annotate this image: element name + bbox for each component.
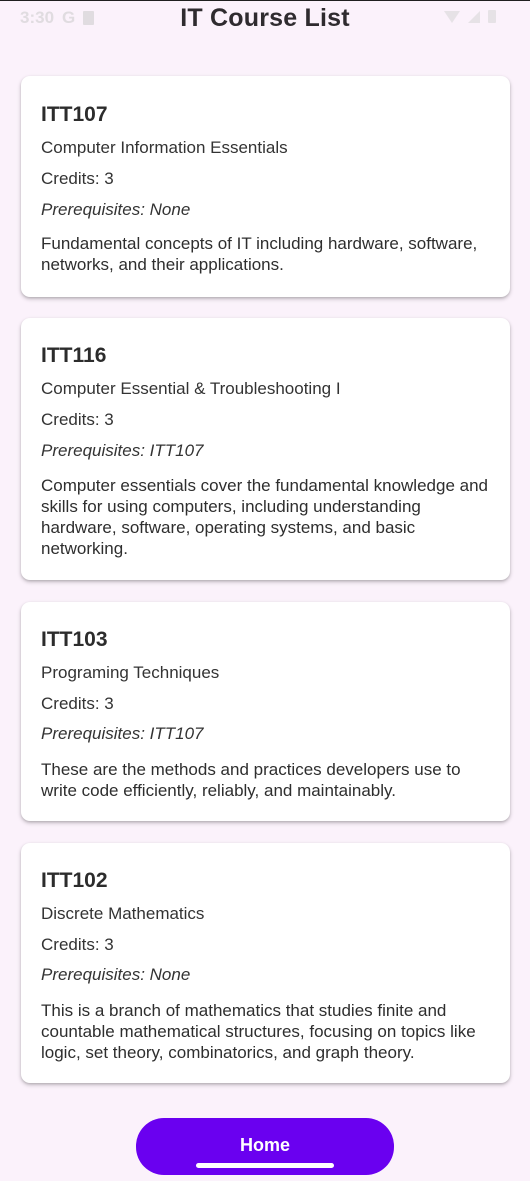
course-card[interactable]: ITT103 Programing Techniques Credits: 3 …: [21, 602, 510, 821]
course-description: Computer essentials cover the fundamenta…: [41, 476, 488, 558]
course-description: These are the methods and practices deve…: [41, 760, 461, 800]
course-credits: Credits: 3: [41, 410, 114, 429]
course-prerequisites: Prerequisites: None: [41, 965, 191, 984]
course-code: ITT116: [41, 344, 107, 367]
course-name: Discrete Mathematics: [41, 904, 205, 923]
course-name: Computer Essential & Troubleshooting I: [41, 379, 341, 398]
course-name: Computer Information Essentials: [41, 138, 288, 157]
page-title: IT Course List: [180, 4, 350, 32]
app-screen: 3:30 G IT Course List ITT107 Computer In…: [0, 0, 530, 1181]
course-description: This is a branch of mathematics that stu…: [41, 1001, 476, 1062]
course-card[interactable]: ITT102 Discrete Mathematics Credits: 3 P…: [21, 843, 510, 1083]
course-credits: Credits: 3: [41, 935, 114, 954]
course-card[interactable]: ITT107 Computer Information Essentials C…: [21, 76, 510, 297]
course-prerequisites: Prerequisites: ITT107: [41, 441, 204, 460]
course-code: ITT102: [41, 869, 108, 892]
course-prerequisites: Prerequisites: ITT107: [41, 724, 204, 743]
course-card[interactable]: ITT116 Computer Essential & Troubleshoot…: [21, 318, 510, 580]
course-code: ITT103: [41, 628, 108, 651]
course-description: Fundamental concepts of IT including har…: [41, 234, 478, 274]
gesture-navigation-bar[interactable]: [196, 1163, 334, 1168]
course-credits: Credits: 3: [41, 169, 114, 188]
course-name: Programing Techniques: [41, 663, 220, 682]
course-prerequisites: Prerequisites: None: [41, 200, 191, 219]
course-code: ITT107: [41, 103, 108, 126]
course-credits: Credits: 3: [41, 694, 114, 713]
